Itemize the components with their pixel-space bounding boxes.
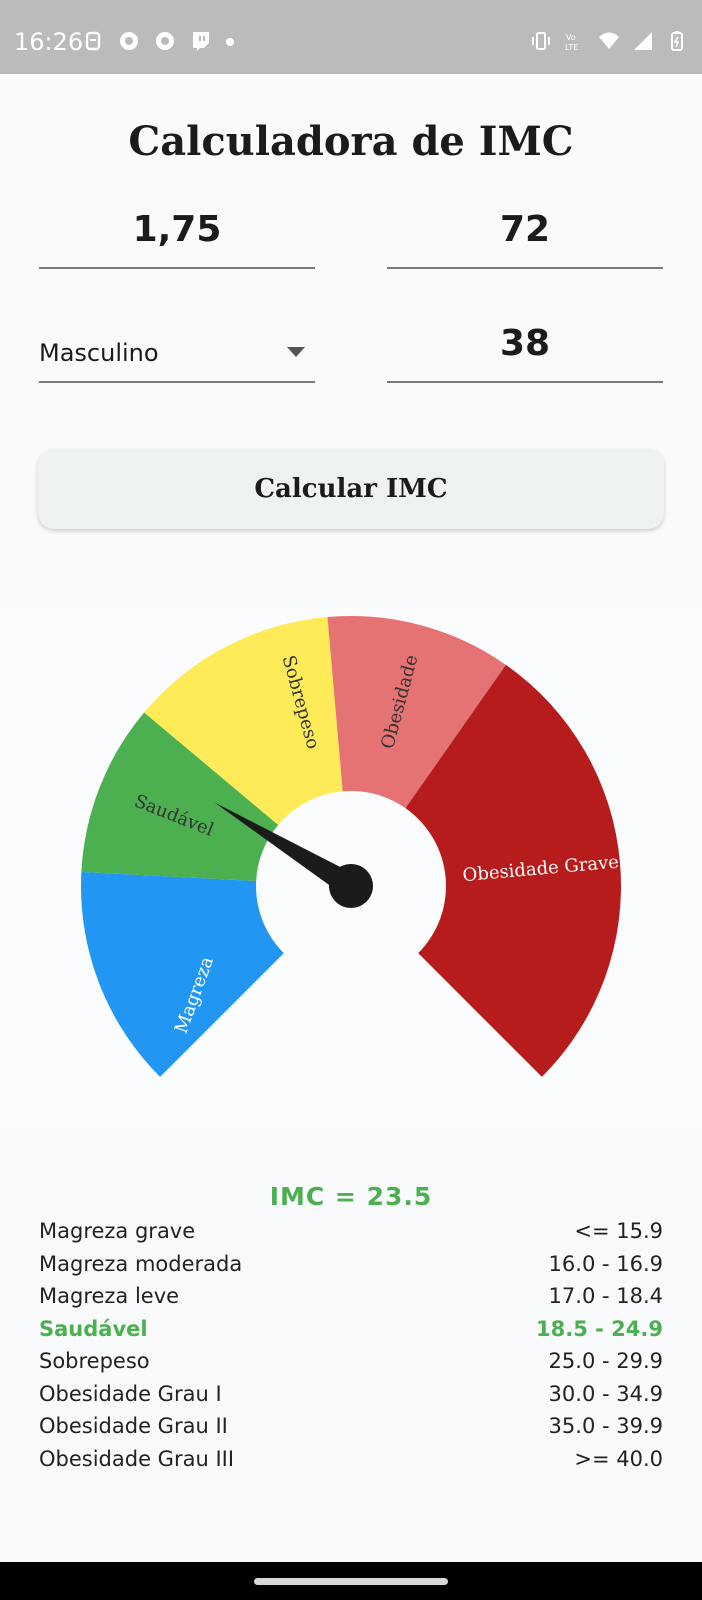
- classification-range: 35.0 - 39.9: [548, 1414, 663, 1438]
- table-row: Magreza grave <= 15.9: [39, 1217, 663, 1250]
- imc-result: IMC = 23.5: [269, 1182, 433, 1211]
- classification-range: <= 15.9: [574, 1219, 663, 1243]
- chrome-icon: [156, 32, 174, 50]
- classification-label: Obesidade Grau II: [39, 1414, 228, 1438]
- imc-gauge: MagrezaSaudávelSobrepeso ObesidadeObesida…: [80, 616, 621, 1077]
- age-field[interactable]: 38: [387, 309, 663, 383]
- status-time: 16:26: [14, 28, 84, 56]
- height-value: 1,75: [132, 209, 222, 250]
- wifi-icon: [599, 32, 619, 49]
- status-bar: 16:26 Vo LTE: [0, 0, 702, 74]
- classification-label: Sobrepeso: [39, 1349, 150, 1373]
- classification-label: Obesidade Grau I: [39, 1381, 222, 1406]
- table-row: Sobrepeso 25.0 - 29.9: [39, 1347, 663, 1380]
- sex-value: Masculino: [39, 339, 159, 367]
- svg-text:LTE: LTE: [565, 43, 578, 52]
- table-row: Obesidade Grau I 30.0 - 34.9: [39, 1380, 663, 1413]
- more-notifications-dot: [226, 38, 234, 46]
- navigation-bar: [0, 1562, 702, 1600]
- classification-label: Magreza grave: [39, 1219, 196, 1243]
- calculate-imc-button[interactable]: Calcular IMC: [38, 449, 664, 529]
- classification-label: Obesidade Grau III: [39, 1446, 235, 1471]
- signal-icon: [634, 32, 652, 50]
- home-handle[interactable]: [254, 1578, 448, 1585]
- imc-gauge-area: Magreza Saudável Sobrepeso Obesidade Obesida…: [0, 608, 702, 1128]
- table-row: Magreza leve 17.0 - 18.4: [39, 1282, 663, 1315]
- classification-range: 16.0 - 16.9: [548, 1251, 663, 1276]
- caret-down-icon[interactable]: [287, 347, 305, 357]
- twitch-icon: [193, 32, 209, 51]
- classification-range: 30.0 - 34.9: [548, 1381, 663, 1406]
- weight-value: 72: [499, 209, 551, 250]
- classification-range: >= 40.0: [574, 1446, 663, 1471]
- classification-range: 17.0 - 18.4: [548, 1284, 663, 1308]
- battery-icon: [671, 31, 683, 51]
- sex-dropdown[interactable]: Masculino: [39, 309, 315, 383]
- classification-range: 18.5 - 24.9: [536, 1316, 663, 1341]
- volte-icon: VoLTE: [565, 33, 578, 52]
- page-title: Calculadora de IMC: [128, 118, 574, 165]
- classification-label: Saudável: [39, 1316, 148, 1341]
- clipboard-icon: [85, 31, 101, 51]
- classification-label: Magreza moderada: [39, 1251, 243, 1276]
- table-row: Saudável 18.5 - 24.9: [39, 1315, 663, 1348]
- classification-range: 25.0 - 29.9: [548, 1349, 663, 1373]
- svg-text:Vo: Vo: [566, 33, 576, 42]
- age-value: 38: [499, 323, 551, 364]
- system-icons: Vo LTE: [530, 30, 688, 52]
- imc-classification-table: Magreza grave <= 15.9 Magreza moderada 16.0…: [39, 1217, 663, 1477]
- gauge-needle-hub: [329, 864, 373, 908]
- weight-field[interactable]: 72: [387, 195, 663, 269]
- table-row: Obesidade Grau III >= 40.0: [39, 1445, 663, 1478]
- gauge-segment: [80, 871, 284, 1077]
- height-field[interactable]: 1,75: [39, 195, 315, 269]
- table-row: Magreza moderada 16.0 - 16.9: [39, 1250, 663, 1283]
- table-row: Obesidade Grau II 35.0 - 39.9: [39, 1412, 663, 1445]
- classification-label: Magreza leve: [39, 1284, 180, 1308]
- vibrate-icon: [532, 32, 550, 50]
- chrome-icon: [120, 32, 138, 50]
- notification-icons: [82, 30, 234, 52]
